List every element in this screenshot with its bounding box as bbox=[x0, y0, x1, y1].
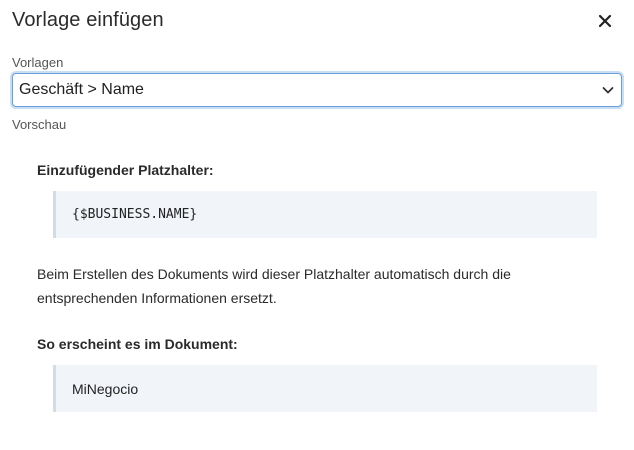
close-button[interactable] bbox=[594, 10, 616, 32]
templates-select[interactable]: Geschäft > Name bbox=[12, 73, 622, 107]
preview-label: Vorschau bbox=[12, 117, 67, 132]
result-value: MiNegocio bbox=[72, 380, 139, 397]
placeholder-description: Beim Erstellen des Dokuments wird dieser… bbox=[37, 266, 511, 306]
result-block: MiNegocio bbox=[53, 365, 597, 412]
templates-select-value: Geschäft > Name bbox=[19, 81, 144, 98]
templates-label: Vorlagen bbox=[12, 55, 64, 70]
dialog-title: Vorlage einfügen bbox=[12, 9, 164, 31]
placeholder-heading: Einzufügender Platzhalter: bbox=[37, 162, 214, 178]
placeholder-code: {$BUSINESS.NAME} bbox=[72, 207, 198, 222]
close-icon bbox=[598, 14, 612, 28]
insert-template-dialog: Vorlage einfügen Vorlagen Geschäft > Nam… bbox=[0, 0, 634, 450]
chevron-down-icon bbox=[602, 87, 614, 94]
result-heading: So erscheint es im Dokument: bbox=[37, 336, 238, 352]
placeholder-code-block: {$BUSINESS.NAME} bbox=[53, 191, 597, 238]
